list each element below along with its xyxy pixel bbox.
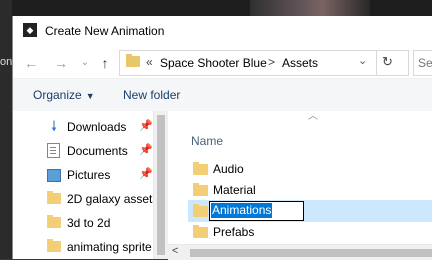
file-list: ︿ Name Audio Material Animations Prefabs xyxy=(168,111,432,259)
organize-button[interactable]: Organize ▼ xyxy=(33,88,95,102)
pin-icon[interactable]: 📌 xyxy=(139,167,153,180)
pictures-icon xyxy=(47,169,61,182)
sidebar-scrollbar[interactable] xyxy=(153,111,168,259)
folder-icon xyxy=(193,183,208,196)
title-bar: ◆ Create New Animation xyxy=(13,16,432,46)
sidebar-item-label: Downloads xyxy=(67,120,127,134)
background-text: on xyxy=(0,56,13,68)
file-name: Audio xyxy=(213,162,244,176)
list-item[interactable]: Material xyxy=(188,179,432,201)
folder-icon xyxy=(193,204,208,217)
background-app-edge: on xyxy=(0,0,12,259)
folder-icon xyxy=(47,191,61,204)
sidebar-item-2d-galaxy-assets[interactable]: 2D galaxy assets xyxy=(13,187,153,211)
sidebar-item-3d-to-2d[interactable]: 3d to 2d xyxy=(13,211,153,235)
rename-text: Animations xyxy=(211,203,273,218)
list-item[interactable]: Prefabs xyxy=(188,221,432,243)
scrollbar-thumb[interactable] xyxy=(190,249,432,257)
navigation-pane: 🠗 Downloads 📌 Documents 📌 Pictures 📌 2D … xyxy=(13,111,153,259)
list-item-selected[interactable]: Animations xyxy=(188,200,432,222)
scroll-left-icon[interactable]: < xyxy=(172,245,178,257)
document-icon xyxy=(47,143,60,158)
arrow-up-icon[interactable]: ↑ xyxy=(95,53,115,73)
refresh-icon[interactable]: ↻ xyxy=(382,54,393,70)
address-bar[interactable]: « Space Shooter Blue > Assets ⌄ ↻ xyxy=(119,50,409,76)
rename-input[interactable]: Animations xyxy=(209,201,304,221)
breadcrumb-space-shooter-blue[interactable]: Space Shooter Blue xyxy=(160,56,267,70)
search-placeholder: Sea xyxy=(418,56,432,70)
command-bar: Organize ▼ New folder xyxy=(13,78,432,112)
navigation-bar: ← → ⌄ ↑ « Space Shooter Blue > Assets ⌄ … xyxy=(13,48,432,78)
sidebar-item-label: 3d to 2d xyxy=(67,216,111,230)
download-arrow-icon: 🠗 xyxy=(50,118,57,134)
folder-icon xyxy=(47,215,61,228)
unity-icon: ◆ xyxy=(23,23,37,37)
column-header-name[interactable]: Name xyxy=(191,134,223,148)
divider xyxy=(376,51,377,75)
sidebar-item-animating-sprite[interactable]: animating sprite xyxy=(13,235,153,259)
new-folder-button[interactable]: New folder xyxy=(123,88,180,102)
pin-icon[interactable]: 📌 xyxy=(139,119,153,132)
sidebar-item-pictures[interactable]: Pictures 📌 xyxy=(13,163,153,187)
folder-icon xyxy=(47,239,61,252)
scrollbar-thumb[interactable] xyxy=(157,115,165,255)
breadcrumb-separator: > xyxy=(268,55,276,69)
arrow-right-icon[interactable]: → xyxy=(51,53,71,73)
sidebar-item-documents[interactable]: Documents 📌 xyxy=(13,139,153,163)
sidebar-item-downloads[interactable]: 🠗 Downloads 📌 xyxy=(13,115,153,139)
breadcrumb-overflow[interactable]: « xyxy=(146,55,153,69)
chevron-down-icon[interactable]: ⌄ xyxy=(75,53,95,73)
folder-icon xyxy=(193,162,208,175)
file-name: Material xyxy=(213,183,256,197)
organize-label: Organize xyxy=(33,88,82,102)
window-title: Create New Animation xyxy=(45,24,165,38)
list-item[interactable]: Audio xyxy=(188,158,432,180)
arrow-left-icon[interactable]: ← xyxy=(21,53,41,73)
file-name: Prefabs xyxy=(213,225,255,239)
sidebar-item-label: 2D galaxy assets xyxy=(67,192,153,206)
sort-up-icon: ︿ xyxy=(308,111,318,122)
sidebar-item-label: animating sprite xyxy=(67,240,152,254)
sidebar-item-label: Pictures xyxy=(67,168,111,182)
folder-icon xyxy=(126,54,140,67)
folder-icon xyxy=(193,225,208,238)
horizontal-scrollbar[interactable]: < xyxy=(168,244,432,260)
search-input[interactable]: Sea xyxy=(413,50,432,76)
caret-down-icon: ▼ xyxy=(85,91,95,101)
save-dialog: ◆ Create New Animation ← → ⌄ ↑ « Space S… xyxy=(12,16,432,260)
pin-icon[interactable]: 📌 xyxy=(139,143,153,156)
address-dropdown-icon[interactable]: ⌄ xyxy=(358,54,367,67)
sidebar-item-label: Documents xyxy=(67,144,128,158)
breadcrumb-assets[interactable]: Assets xyxy=(282,56,318,70)
